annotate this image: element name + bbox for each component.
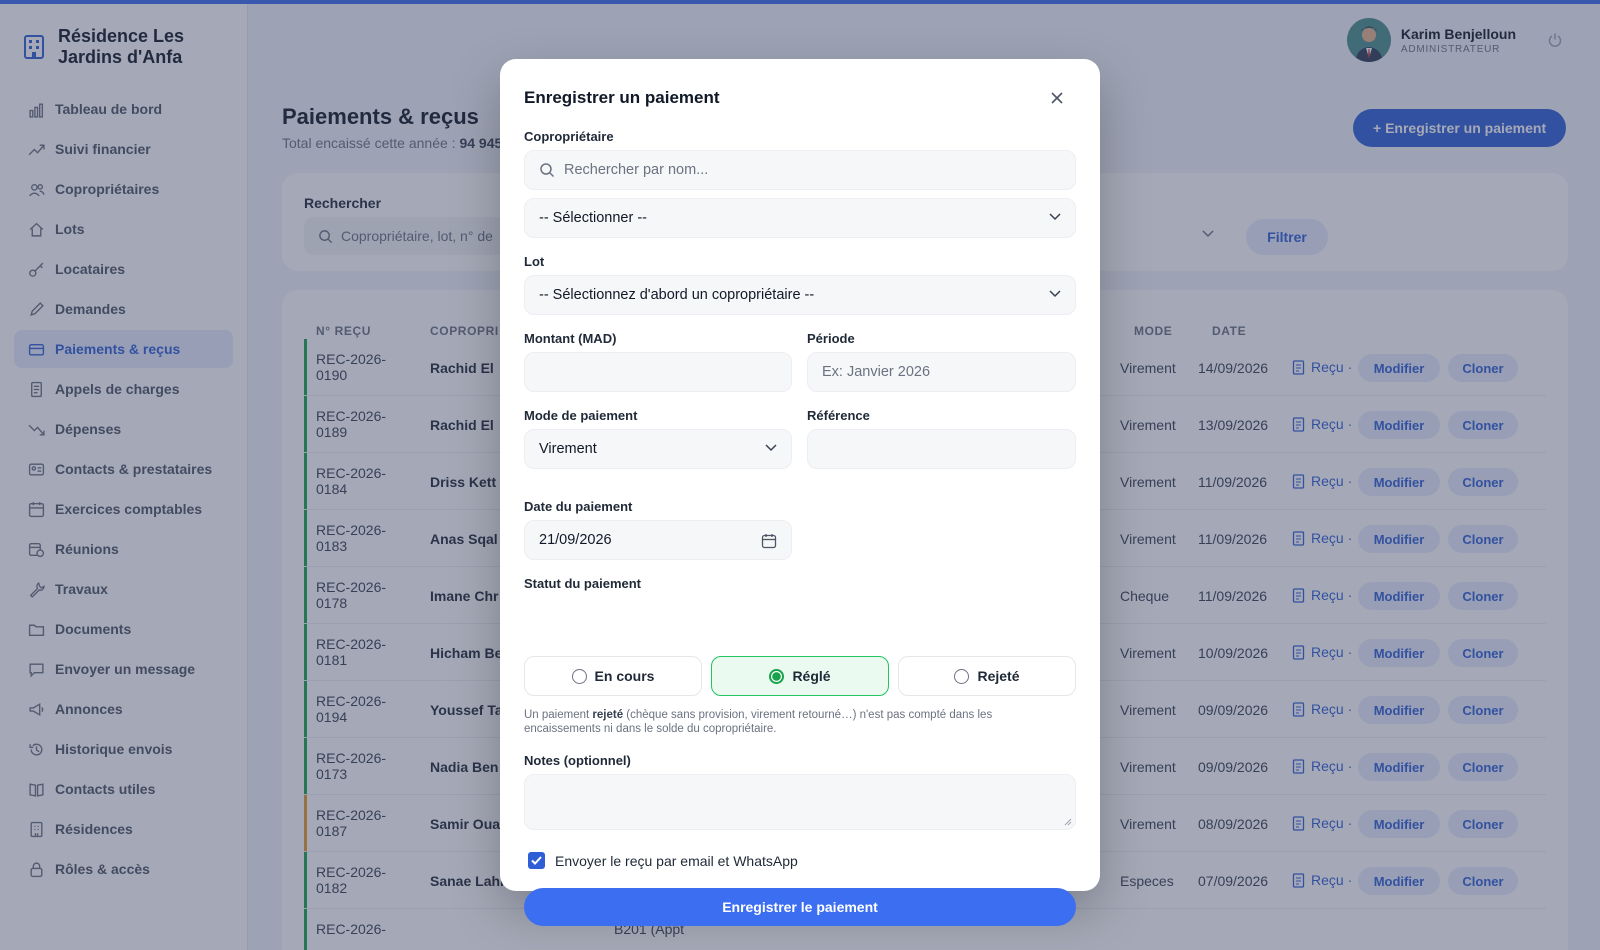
notes-textarea[interactable] — [524, 774, 1076, 830]
status-help-text: Un paiement rejeté (chèque sans provisio… — [524, 708, 1064, 736]
status-option-label: Réglé — [792, 668, 831, 684]
close-button[interactable] — [1047, 88, 1067, 108]
lot-select[interactable]: -- Sélectionnez d'abord un copropriétair… — [524, 275, 1076, 315]
reference-input[interactable] — [807, 429, 1076, 469]
period-label: Période — [807, 331, 855, 346]
coproprietaire-label: Copropriétaire — [524, 129, 614, 144]
owner-search-placeholder: Rechercher par nom... — [564, 162, 709, 178]
payment-mode-select[interactable]: Virement — [524, 429, 792, 469]
close-icon — [1051, 92, 1063, 104]
chevron-down-icon — [1049, 213, 1061, 221]
payment-mode-label: Mode de paiement — [524, 408, 638, 423]
resize-handle-icon[interactable] — [1064, 818, 1072, 826]
lot-label: Lot — [524, 254, 545, 269]
payment-modal: Enregistrer un paiement Copropriétaire R… — [500, 59, 1100, 926]
payment-date-label: Date du paiement — [524, 499, 633, 514]
radio-rejete[interactable] — [954, 668, 970, 684]
owner-search-input[interactable]: Rechercher par nom... — [524, 150, 1076, 190]
send-receipt-row[interactable]: Envoyer le reçu par email et WhatsApp — [528, 852, 798, 869]
payment-mode-value: Virement — [539, 441, 597, 457]
payment-date-value: 21/09/2026 — [539, 532, 612, 548]
check-icon — [531, 856, 542, 865]
status-option-en-cours[interactable]: En cours — [524, 656, 702, 696]
status-option-label: En cours — [594, 668, 655, 684]
period-placeholder: Ex: Janvier 2026 — [822, 364, 931, 380]
owner-select[interactable]: -- Sélectionner -- — [524, 198, 1076, 238]
send-receipt-label: Envoyer le reçu par email et WhatsApp — [555, 852, 798, 869]
amount-label: Montant (MAD) — [524, 331, 617, 346]
owner-select-value: -- Sélectionner -- — [539, 210, 647, 226]
payment-date-input[interactable]: 21/09/2026 — [524, 520, 792, 560]
amount-input[interactable] — [524, 352, 792, 392]
reference-label: Référence — [807, 408, 870, 423]
notes-label: Notes (optionnel) — [524, 753, 631, 768]
radio-regle[interactable] — [769, 668, 785, 684]
status-option-label: Rejeté — [977, 668, 1020, 684]
submit-payment-button[interactable]: Enregistrer le paiement — [524, 888, 1076, 926]
status-option-rejete[interactable]: Rejeté — [898, 656, 1076, 696]
help-prefix: Un paiement — [524, 709, 593, 721]
lot-select-value: -- Sélectionnez d'abord un copropriétair… — [539, 287, 815, 303]
chevron-down-icon — [1049, 290, 1061, 298]
calendar-icon[interactable] — [761, 533, 777, 549]
payment-status-label: Statut du paiement — [524, 576, 642, 591]
search-icon — [540, 163, 555, 178]
status-option-regle[interactable]: Réglé — [711, 656, 889, 696]
chevron-down-icon — [765, 444, 777, 452]
send-receipt-checkbox[interactable] — [528, 852, 545, 869]
help-bold: rejeté — [592, 709, 624, 721]
radio-en-cours[interactable] — [571, 668, 587, 684]
modal-title: Enregistrer un paiement — [524, 88, 720, 107]
period-input[interactable]: Ex: Janvier 2026 — [807, 352, 1076, 392]
